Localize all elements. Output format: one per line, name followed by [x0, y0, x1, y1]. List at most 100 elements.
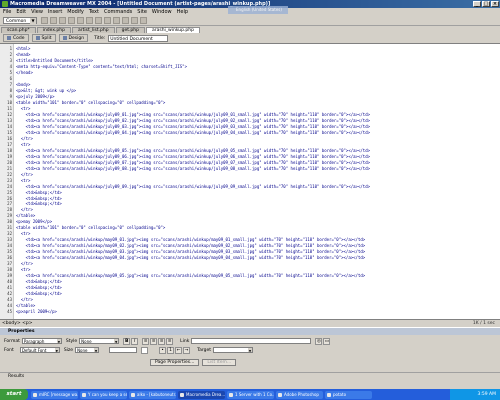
font-select[interactable]: Default Font ▼: [19, 347, 60, 353]
text-color-icon[interactable]: [141, 346, 149, 354]
code-line[interactable]: 36 <td><a href="scans/arashi/winkup/may0…: [0, 255, 500, 261]
code-line[interactable]: 25 <td>&nbsp;</td>: [0, 190, 500, 196]
code-line[interactable]: 4 <meta http-equiv="Content-Type" content…: [0, 64, 500, 70]
code-line[interactable]: 26 <td>&nbsp;</td>: [0, 196, 500, 202]
design-view-button[interactable]: Design: [58, 34, 89, 42]
code-line[interactable]: 16 </tr>: [0, 136, 500, 142]
menu-help[interactable]: Help: [177, 9, 188, 15]
menu-commands[interactable]: Commands: [104, 9, 132, 15]
outdent-icon[interactable]: ←: [175, 346, 183, 354]
code-line[interactable]: 40 <td>&nbsp;</td>: [0, 279, 500, 285]
point-to-file-icon[interactable]: ◎: [315, 337, 323, 345]
code-line[interactable]: 5 </head>: [0, 70, 500, 76]
code-line[interactable]: 14 <td><a href="scans/arashi/winkup/july…: [0, 124, 500, 130]
hyperlink-icon[interactable]: [41, 16, 48, 24]
close-button[interactable]: ×: [491, 1, 499, 7]
taskbar-item-chat[interactable]: Y can you keep a se...: [80, 390, 127, 399]
named-anchor-icon[interactable]: [59, 16, 66, 24]
code-line[interactable]: 41 <td>&nbsp;</td>: [0, 285, 500, 291]
code-line[interactable]: 43 </tr>: [0, 297, 500, 303]
target-select[interactable]: ▼: [212, 347, 253, 353]
code-line[interactable]: 12 <td><a href="scans/arashi/winkup/july…: [0, 112, 500, 118]
minimize-button[interactable]: _: [473, 1, 481, 7]
image-icon[interactable]: [86, 16, 93, 24]
page-properties-button[interactable]: Page Properties...: [150, 358, 200, 366]
code-view-button[interactable]: Code: [3, 34, 29, 42]
code-line[interactable]: 45 <p>april 2009</p>: [0, 309, 500, 315]
menu-view[interactable]: View: [31, 9, 43, 15]
align-left-icon[interactable]: ≡: [142, 337, 150, 345]
code-line[interactable]: 13 <td><a href="scans/arashi/winkup/july…: [0, 118, 500, 124]
list-item-button[interactable]: List Item...: [202, 358, 237, 366]
bold-button[interactable]: B: [123, 337, 131, 345]
code-line[interactable]: 17 <tr>: [0, 142, 500, 148]
menu-edit[interactable]: Edit: [16, 9, 26, 15]
code-line[interactable]: 37 </tr>: [0, 261, 500, 267]
taskbar-item-server[interactable]: 1 Server with 1 Co...: [227, 390, 274, 399]
table-icon[interactable]: [68, 16, 75, 24]
insert-category-select[interactable]: Common ▼: [3, 16, 37, 24]
code-line[interactable]: 33 <td><a href="scans/arashi/winkup/may0…: [0, 237, 500, 243]
tag-selector[interactable]: <body> <p>: [2, 320, 33, 327]
comment-icon[interactable]: [122, 16, 129, 24]
unordered-list-icon[interactable]: •: [159, 346, 167, 354]
code-line[interactable]: 3 <title>Untitled Document</title>: [0, 58, 500, 64]
document-title-input[interactable]: Untitled Document: [108, 34, 169, 42]
link-input[interactable]: [191, 338, 312, 344]
code-line[interactable]: 23 <tr>: [0, 178, 500, 184]
media-icon[interactable]: [95, 16, 102, 24]
code-line[interactable]: 20 <td><a href="scans/arashi/winkup/july…: [0, 160, 500, 166]
code-line[interactable]: 11 <tr>: [0, 106, 500, 112]
taskbar-item-alko[interactable]: alko - [kabutoneutr...: [129, 390, 176, 399]
maximize-button[interactable]: □: [482, 1, 490, 7]
code-line[interactable]: 21 <td><a href="scans/arashi/winkup/july…: [0, 166, 500, 172]
code-line[interactable]: 31 <table width="101" border="0" cellspac…: [0, 225, 500, 231]
ordered-list-icon[interactable]: 1: [167, 346, 175, 354]
indent-icon[interactable]: →: [183, 346, 191, 354]
server-side-include-icon[interactable]: [113, 16, 120, 24]
results-panel[interactable]: Results: [0, 372, 500, 380]
code-line[interactable]: 29 </table>: [0, 213, 500, 219]
taskbar-item-dreamweaver[interactable]: Macromedia Drea...: [178, 390, 225, 399]
code-line[interactable]: 42 <td>&nbsp;</td>: [0, 291, 500, 297]
italic-button[interactable]: I: [131, 337, 139, 345]
tag-chooser-icon[interactable]: [140, 16, 147, 24]
browse-folder-icon[interactable]: ▭: [323, 337, 331, 345]
code-line[interactable]: 44 </table>: [0, 303, 500, 309]
code-line[interactable]: 18 <td><a href="scans/arashi/winkup/july…: [0, 148, 500, 154]
code-line[interactable]: 32 <tr>: [0, 231, 500, 237]
menu-text[interactable]: Text: [89, 9, 99, 15]
code-line[interactable]: 15 <td><a href="scans/arashi/winkup/july…: [0, 130, 500, 136]
taskbar-item-potato[interactable]: potato: [325, 390, 372, 399]
code-line[interactable]: 38 <tr>: [0, 267, 500, 273]
code-line[interactable]: 22 </tr>: [0, 172, 500, 178]
code-line[interactable]: 2 <head>: [0, 52, 500, 58]
code-line[interactable]: 24 <td><a href="scans/arashi/winkup/july…: [0, 184, 500, 190]
size-unit-select[interactable]: [109, 347, 138, 353]
taskbar-item-photoshop[interactable]: Adobe Photoshop: [276, 390, 323, 399]
start-button[interactable]: start: [0, 389, 28, 400]
format-select[interactable]: Paragraph ▼: [21, 338, 62, 344]
code-line[interactable]: 8 <p>&lt; &gt; wink up </p>: [0, 88, 500, 94]
templates-icon[interactable]: [131, 16, 138, 24]
style-select[interactable]: None ▼: [79, 338, 120, 344]
code-line[interactable]: 10 <table width="101" border="0" cellspac…: [0, 100, 500, 106]
code-line[interactable]: 19 <td><a href="scans/arashi/winkup/july…: [0, 154, 500, 160]
size-select[interactable]: None ▼: [75, 347, 100, 353]
email-link-icon[interactable]: [50, 16, 57, 24]
code-line[interactable]: 30 <p>may 2009</p>: [0, 219, 500, 225]
align-right-icon[interactable]: ≡: [158, 337, 166, 345]
code-line[interactable]: 7 <body>: [0, 82, 500, 88]
code-line[interactable]: 39 <td><a href="scans/arashi/winkup/may0…: [0, 273, 500, 279]
code-line[interactable]: 9 <p>july 2009</p>: [0, 94, 500, 100]
menu-modify[interactable]: Modify: [67, 9, 84, 15]
code-line[interactable]: 35 <td><a href="scans/arashi/winkup/may0…: [0, 249, 500, 255]
justify-icon[interactable]: ≡: [166, 337, 174, 345]
code-line[interactable]: 28 </tr>: [0, 207, 500, 213]
split-view-button[interactable]: Split: [31, 34, 56, 42]
code-line[interactable]: 34 <td><a href="scans/arashi/winkup/may0…: [0, 243, 500, 249]
menu-site[interactable]: Site: [137, 9, 147, 15]
taskbar-item-mirc[interactable]: mIRC [message wa...: [31, 390, 78, 399]
menu-file[interactable]: File: [3, 9, 11, 15]
menu-insert[interactable]: Insert: [48, 9, 62, 15]
